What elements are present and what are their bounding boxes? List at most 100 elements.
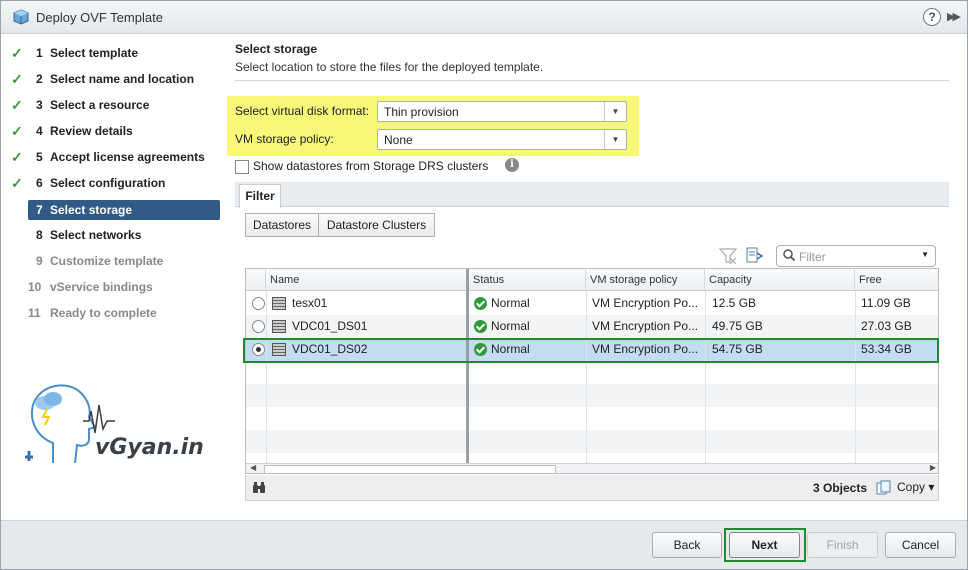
step-select-template[interactable]: ✓ 1 Select template bbox=[11, 43, 220, 63]
filter-input[interactable]: Filter ▼ bbox=[776, 245, 936, 267]
datastore-icon bbox=[272, 297, 286, 310]
storage-policy-value: None bbox=[384, 133, 413, 147]
step-number: 5 bbox=[36, 150, 43, 164]
step-label: Accept license agreements bbox=[50, 150, 205, 164]
status-text: Normal bbox=[491, 296, 530, 310]
step-label: Select networks bbox=[50, 228, 142, 242]
chevron-down-icon: ▼ bbox=[604, 130, 626, 149]
datastore-clusters-button[interactable]: Datastore Clusters bbox=[318, 213, 435, 237]
tab-filter[interactable]: Filter bbox=[239, 184, 281, 208]
binoculars-icon[interactable] bbox=[252, 481, 266, 494]
object-count: 3 Objects bbox=[813, 481, 868, 495]
step-number: 2 bbox=[36, 72, 43, 86]
storage-policy-select[interactable]: None ▼ bbox=[377, 129, 627, 150]
check-icon: ✓ bbox=[11, 97, 23, 113]
step-number: 3 bbox=[36, 98, 43, 112]
step-select-resource[interactable]: ✓ 3 Select a resource bbox=[11, 95, 220, 115]
horizontal-scrollbar[interactable]: ◀ ▶ bbox=[246, 463, 938, 473]
step-ready-to-complete: 11 Ready to complete bbox=[28, 303, 220, 323]
column-divider bbox=[855, 291, 856, 463]
step-number: 10 bbox=[28, 280, 42, 294]
deploy-ovf-dialog: Deploy OVF Template ? ▶▶ ✓ 1 Select temp… bbox=[0, 0, 968, 570]
empty-row bbox=[246, 407, 938, 430]
cell-name: VDC01_DS01 bbox=[292, 319, 368, 333]
col-status[interactable]: Status bbox=[469, 269, 586, 291]
step-label: Ready to complete bbox=[50, 306, 157, 320]
datastores-button[interactable]: Datastores bbox=[245, 213, 319, 237]
check-icon: ✓ bbox=[11, 45, 23, 61]
step-select-networks[interactable]: 8 Select networks bbox=[28, 225, 220, 245]
disk-format-value: Thin provision bbox=[384, 105, 459, 119]
step-label: vService bindings bbox=[50, 280, 153, 294]
title-bar: Deploy OVF Template ? ▶▶ bbox=[1, 1, 967, 34]
back-button[interactable]: Back bbox=[652, 532, 722, 558]
step-select-name-location[interactable]: ✓ 2 Select name and location bbox=[11, 69, 220, 89]
step-number: 11 bbox=[28, 306, 41, 320]
cell-policy: VM Encryption Po... bbox=[592, 296, 699, 310]
column-divider bbox=[705, 291, 706, 463]
page-subtitle: Select location to store the files for t… bbox=[235, 60, 544, 74]
export-icon[interactable] bbox=[745, 247, 763, 264]
cell-free: 27.03 GB bbox=[861, 319, 912, 333]
disk-format-select[interactable]: Thin provision ▼ bbox=[377, 101, 627, 122]
chevron-down-icon[interactable]: ▼ bbox=[921, 250, 929, 259]
scroll-right-icon[interactable]: ▶ bbox=[930, 463, 936, 472]
main-panel: Select storage Select location to store … bbox=[225, 34, 967, 520]
step-number: 7 bbox=[36, 203, 43, 217]
step-accept-license[interactable]: ✓ 5 Accept license agreements bbox=[11, 147, 220, 167]
step-review-details[interactable]: ✓ 4 Review details bbox=[11, 121, 220, 141]
table-row[interactable]: VDC01_DS01 Normal VM Encryption Po... 49… bbox=[246, 315, 938, 338]
row-radio[interactable] bbox=[252, 320, 265, 333]
selected-row-annotation bbox=[243, 338, 939, 363]
step-label: Select name and location bbox=[50, 72, 195, 86]
step-label: Select storage bbox=[50, 203, 133, 217]
col-select bbox=[246, 269, 266, 291]
check-icon: ✓ bbox=[11, 175, 23, 191]
cancel-button[interactable]: Cancel bbox=[885, 532, 956, 558]
check-icon: ✓ bbox=[11, 149, 23, 165]
step-select-storage[interactable]: 7 Select storage bbox=[28, 200, 220, 220]
table-row[interactable]: tesx01 Normal VM Encryption Po... 12.5 G… bbox=[246, 292, 938, 315]
step-select-configuration[interactable]: ✓ 6 Select configuration bbox=[11, 173, 220, 193]
cell-capacity: 12.5 GB bbox=[712, 296, 757, 310]
help-icon[interactable]: ? bbox=[923, 8, 941, 26]
clear-filter-icon[interactable] bbox=[719, 248, 737, 264]
show-drs-checkbox[interactable] bbox=[235, 160, 249, 174]
empty-row bbox=[246, 361, 938, 384]
expand-icon[interactable]: ▶▶ bbox=[947, 10, 961, 23]
cell-status: Normal bbox=[469, 292, 586, 315]
cell-status: Normal bbox=[469, 315, 586, 338]
copy-icon[interactable] bbox=[876, 480, 892, 496]
col-capacity[interactable]: Capacity bbox=[705, 269, 855, 291]
check-icon: ✓ bbox=[11, 71, 23, 87]
col-free[interactable]: Free bbox=[855, 269, 938, 291]
step-customize-template: 9 Customize template bbox=[28, 251, 220, 271]
col-policy[interactable]: VM storage policy bbox=[586, 269, 705, 291]
step-label: Customize template bbox=[50, 254, 164, 268]
scroll-thumb[interactable] bbox=[264, 465, 556, 473]
cell-policy: VM Encryption Po... bbox=[592, 319, 699, 333]
status-text: Normal bbox=[491, 319, 530, 333]
cell-free: 11.09 GB bbox=[861, 296, 911, 310]
scroll-left-icon[interactable]: ◀ bbox=[250, 463, 256, 472]
disk-format-label: Select virtual disk format: bbox=[235, 104, 370, 118]
column-splitter[interactable] bbox=[466, 269, 469, 463]
empty-row bbox=[246, 384, 938, 407]
show-drs-label: Show datastores from Storage DRS cluster… bbox=[253, 159, 489, 173]
datastore-icon bbox=[272, 320, 286, 333]
step-label: Select a resource bbox=[50, 98, 150, 112]
table-footer: 3 Objects Copy ▾ bbox=[245, 475, 939, 501]
copy-menu[interactable]: Copy ▾ bbox=[897, 480, 934, 494]
check-icon: ✓ bbox=[11, 123, 23, 139]
dialog-footer: Back Next Finish Cancel bbox=[1, 520, 967, 569]
step-vservice-bindings: 10 vService bindings bbox=[28, 277, 220, 297]
col-name[interactable]: Name bbox=[266, 269, 469, 291]
info-icon[interactable]: i bbox=[505, 158, 519, 172]
empty-row bbox=[246, 430, 938, 453]
storage-policy-label: VM storage policy: bbox=[235, 132, 334, 146]
tab-strip: Filter bbox=[235, 182, 949, 208]
row-radio[interactable] bbox=[252, 297, 265, 310]
vgyan-logo-text: vGyan.in bbox=[95, 435, 204, 460]
dialog-title: Deploy OVF Template bbox=[36, 10, 163, 25]
divider bbox=[235, 80, 949, 81]
